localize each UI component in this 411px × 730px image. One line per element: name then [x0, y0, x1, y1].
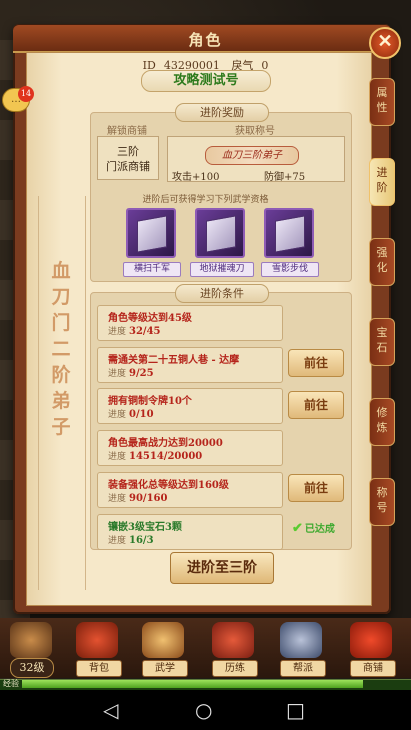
nav-bag[interactable]: 背包: [76, 660, 122, 677]
progress-label: 进度: [108, 452, 127, 462]
condition-title: 角色最高战力达到20000: [108, 438, 223, 449]
skills-hint: 进阶后可获得学习下列武学资格: [142, 195, 269, 205]
exp-label: 经验: [3, 679, 19, 688]
tab-label: 称号: [376, 486, 388, 514]
progress-label: 进度: [108, 494, 127, 504]
player-name: 攻略测试号: [141, 70, 271, 92]
condition-progress: 进度 90/160: [108, 491, 167, 504]
shop-header: 解锁商铺: [107, 126, 147, 137]
progress-label: 进度: [108, 369, 127, 379]
shop-icon[interactable]: [350, 622, 392, 658]
condition-item: 角色最高战力达到20000 进度 14514/20000: [97, 430, 283, 466]
skill-book-icon[interactable]: [195, 208, 245, 258]
tab-gems[interactable]: 宝石: [369, 318, 395, 366]
condition-title: 角色等级达到45级: [108, 313, 192, 324]
tab-titles[interactable]: 称号: [369, 478, 395, 526]
skill-book-icon[interactable]: [264, 208, 314, 258]
progress-label: 进度: [108, 410, 127, 420]
book-icon: [206, 215, 236, 253]
home-icon[interactable]: ○: [195, 697, 212, 723]
exp-bar-fill: [22, 680, 363, 688]
advance-button[interactable]: 进阶至三阶: [170, 552, 274, 584]
conditions-section-tab: 进阶条件: [175, 284, 269, 303]
chat-unread-badge: 14: [18, 86, 34, 102]
back-icon[interactable]: ◁: [103, 697, 118, 723]
check-icon: ✔: [292, 521, 303, 536]
nav-guild[interactable]: 帮派: [280, 660, 326, 677]
title-header: 获取称号: [235, 126, 275, 137]
condition-title: 装备强化总等级达到160级: [108, 480, 229, 491]
nav-martial-arts[interactable]: 武学: [142, 660, 188, 677]
progress-label: 进度: [108, 536, 127, 546]
condition-progress: 进度 9/25: [108, 366, 154, 379]
tab-advance[interactable]: 进阶: [369, 158, 395, 206]
nav-shop[interactable]: 商铺: [350, 660, 396, 677]
completed-label: 已达成: [304, 524, 335, 535]
tab-attributes[interactable]: 属性: [369, 78, 395, 126]
martial-arts-icon[interactable]: [142, 622, 184, 658]
tab-label: 强化: [376, 246, 388, 274]
completed-badge: ✔ 已达成: [292, 520, 335, 536]
tab-label: 修炼: [376, 406, 388, 434]
training-icon[interactable]: [212, 622, 254, 658]
condition-title: 拥有铜制令牌10个: [108, 396, 192, 407]
condition-progress: 进度 0/10: [108, 407, 154, 420]
tab-label: 宝石: [376, 326, 388, 354]
condition-item: 装备强化总等级达到160级 进度 90/160: [97, 472, 283, 508]
progress-value: 0/10: [129, 409, 154, 420]
player-level: 32级: [10, 658, 54, 678]
condition-progress: 进度 14514/20000: [108, 449, 202, 462]
panel-title: 角色: [188, 31, 223, 49]
unlock-shop: 三阶 门派商铺: [97, 136, 159, 180]
condition-item: 拥有铜制令牌10个 进度 0/10: [97, 388, 283, 424]
go-button[interactable]: 前往: [288, 391, 344, 419]
go-button[interactable]: 前往: [288, 349, 344, 377]
close-button[interactable]: ✕: [369, 27, 401, 59]
condition-item: 角色等级达到45级 进度 32/45: [97, 305, 283, 341]
book-icon: [137, 215, 167, 253]
skill-label: 横扫千军: [123, 262, 181, 277]
condition-progress: 进度 32/45: [108, 324, 161, 337]
guild-icon[interactable]: [280, 622, 322, 658]
book-icon: [275, 215, 305, 253]
tab-cultivation[interactable]: 修炼: [369, 398, 395, 446]
avatar[interactable]: [10, 622, 52, 658]
bag-icon[interactable]: [76, 622, 118, 658]
condition-title: 镶嵌3级宝石3颗: [108, 522, 182, 533]
progress-label: 进度: [108, 327, 127, 337]
nav-training[interactable]: 历练: [212, 660, 258, 677]
recents-icon[interactable]: □: [286, 697, 305, 723]
condition-item: 需通关第二十五铜人巷 - 达摩 进度 9/25: [97, 347, 283, 383]
tab-label: 属性: [376, 86, 388, 114]
condition-item: 镶嵌3级宝石3颗 进度 16/3: [97, 514, 283, 550]
defense-bonus: 防御+75: [264, 172, 306, 183]
go-button[interactable]: 前往: [288, 474, 344, 502]
progress-value: 90/160: [129, 493, 168, 504]
rank-title: 血刀门二阶弟子: [51, 260, 71, 438]
tab-label: 进阶: [376, 166, 388, 194]
reward-section-tab: 进阶奖励: [175, 103, 269, 122]
skill-book-icon[interactable]: [126, 208, 176, 258]
skill-label: 雪影步伐: [261, 262, 319, 277]
progress-value: 16/3: [129, 535, 154, 546]
tab-enhance[interactable]: 强化: [369, 238, 395, 286]
progress-value: 14514/20000: [129, 451, 203, 462]
title-badge: 血刀三阶弟子: [205, 146, 299, 165]
skill-label: 地狱摧魂刀: [190, 262, 254, 277]
condition-progress: 进度 16/3: [108, 533, 154, 546]
progress-value: 32/45: [129, 326, 161, 337]
progress-value: 9/25: [129, 368, 154, 379]
condition-title: 需通关第二十五铜人巷 - 达摩: [108, 355, 240, 366]
attack-bonus: 攻击+100: [172, 172, 220, 183]
shop-name: 三阶 门派商铺: [106, 145, 150, 173]
